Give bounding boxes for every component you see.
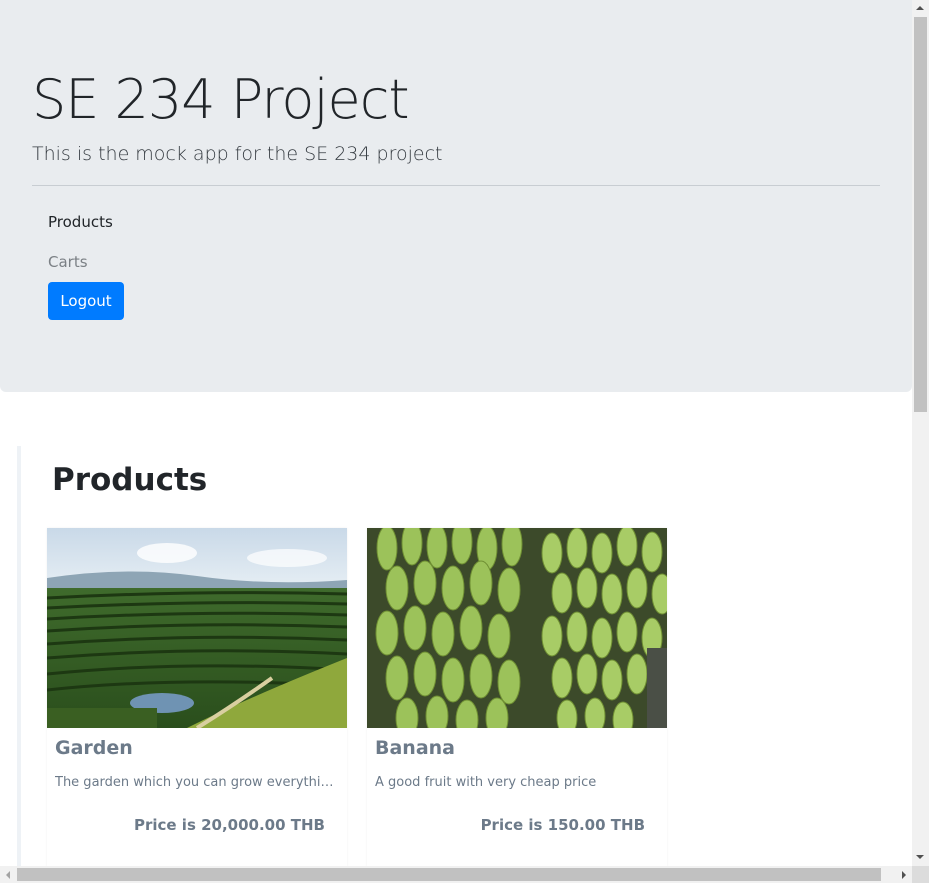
product-card-banana[interactable]: Banana A good fruit with very cheap pric… <box>367 528 667 867</box>
page-subtitle: This is the mock app for the SE 234 proj… <box>32 143 443 165</box>
section-title: Products <box>52 462 208 498</box>
horizontal-scroll-thumb[interactable] <box>17 868 881 881</box>
scrollbar-corner <box>912 866 929 883</box>
product-price: Price is 150.00 THB <box>480 816 645 834</box>
scroll-right-arrow-icon[interactable] <box>902 871 906 879</box>
content-left-border <box>17 446 21 867</box>
scroll-down-arrow-icon[interactable] <box>916 855 924 859</box>
horizontal-scrollbar[interactable] <box>0 866 912 883</box>
scroll-left-arrow-icon[interactable] <box>6 871 10 879</box>
product-price: Price is 20,000.00 THB <box>133 816 325 834</box>
product-name: Garden <box>55 737 133 759</box>
product-name: Banana <box>375 737 455 759</box>
nav-item-products[interactable]: Products <box>48 213 113 231</box>
header-divider <box>32 185 880 186</box>
scroll-up-arrow-icon[interactable] <box>916 6 924 10</box>
product-description: The garden which you can grow everything… <box>55 775 339 790</box>
nav-item-carts[interactable]: Carts <box>48 253 88 271</box>
vertical-scroll-thumb[interactable] <box>914 17 927 412</box>
banana-photo <box>367 528 667 728</box>
jumbotron-header: SE 234 Project This is the mock app for … <box>0 0 912 392</box>
product-card-garden[interactable]: Garden The garden which you can grow eve… <box>47 528 347 867</box>
garden-photo <box>47 528 347 728</box>
vertical-scrollbar[interactable] <box>912 0 929 866</box>
product-description: A good fruit with very cheap price <box>375 775 597 790</box>
page-title: SE 234 Project <box>32 68 410 131</box>
logout-button[interactable]: Logout <box>48 282 124 320</box>
